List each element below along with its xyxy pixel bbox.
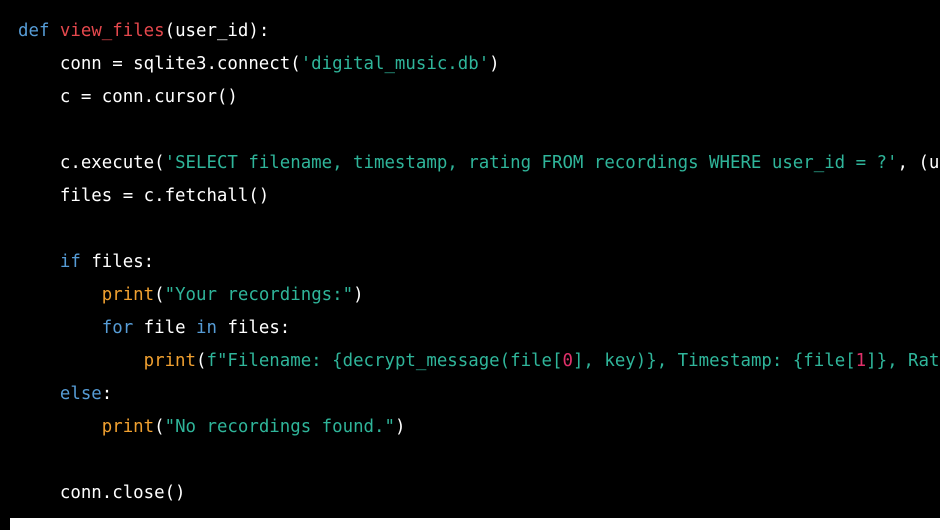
- code-token: :: [101, 384, 113, 404]
- code-token: if: [59, 252, 81, 272]
- code-token: files = c.fetchall(): [18, 186, 270, 206]
- code-token: ], key)}, Timestamp: {file[: [572, 351, 856, 371]
- code-token: 'SELECT filename, timestamp, rating FROM…: [164, 153, 898, 173]
- code-token: , (u: [897, 153, 940, 173]
- code-token: view_files: [59, 21, 165, 41]
- code-token: else: [59, 384, 102, 404]
- code-line: conn.close(): [18, 477, 939, 510]
- code-token: 1: [855, 351, 867, 371]
- code-token: ): [394, 417, 406, 437]
- code-line: files = c.fetchall(): [18, 180, 939, 213]
- code-token: 0: [562, 351, 573, 371]
- code-block: def view_files(user_id): conn = sqlite3.…: [18, 15, 939, 510]
- code-token: ): [489, 54, 500, 74]
- code-token: (user_id):: [164, 21, 270, 41]
- code-token: c = conn.cursor(): [18, 87, 238, 107]
- code-token: (: [154, 285, 165, 305]
- code-token: for: [101, 318, 134, 338]
- code-line: c.execute('SELECT filename, timestamp, r…: [18, 147, 940, 180]
- code-token: f"Filename: {decrypt_message(file[: [206, 351, 563, 371]
- code-token: print: [143, 351, 196, 371]
- code-line: c = conn.cursor(): [18, 81, 939, 114]
- code-token: print: [101, 417, 155, 437]
- code-token: (: [154, 417, 165, 437]
- code-line: print("No recordings found."): [18, 411, 939, 444]
- code-line: conn = sqlite3.connect('digital_music.db…: [18, 48, 939, 81]
- code-token: file: [133, 318, 197, 338]
- code-token: conn = sqlite3.connect(: [18, 54, 301, 74]
- code-editor: def view_files(user_id): conn = sqlite3.…: [0, 0, 940, 518]
- code-line: print("Your recordings:"): [18, 279, 939, 312]
- code-token: conn.close(): [18, 483, 186, 503]
- code-token: 'digital_music.db': [300, 54, 490, 74]
- code-token: (: [196, 351, 207, 371]
- code-line: print(f"Filename: {decrypt_message(file[…: [18, 345, 940, 378]
- code-token: in: [196, 318, 217, 338]
- code-token: "No recordings found.": [164, 417, 395, 437]
- code-token: files:: [216, 318, 291, 338]
- code-line: for file in files:: [18, 312, 939, 345]
- code-token: print: [101, 285, 155, 305]
- code-token: ]}, Rat: [866, 351, 940, 371]
- code-token: c.execute(: [18, 153, 165, 173]
- code-line: else:: [18, 378, 939, 411]
- code-token: "Your recordings:": [164, 285, 354, 305]
- code-token: files:: [80, 252, 155, 272]
- code-token: def: [18, 21, 50, 41]
- bottom-strip: [0, 518, 940, 530]
- bottom-strip-edge: [0, 518, 10, 530]
- code-token: ): [353, 285, 364, 305]
- code-line: if files:: [18, 246, 939, 279]
- code-line: def view_files(user_id):: [18, 15, 939, 48]
